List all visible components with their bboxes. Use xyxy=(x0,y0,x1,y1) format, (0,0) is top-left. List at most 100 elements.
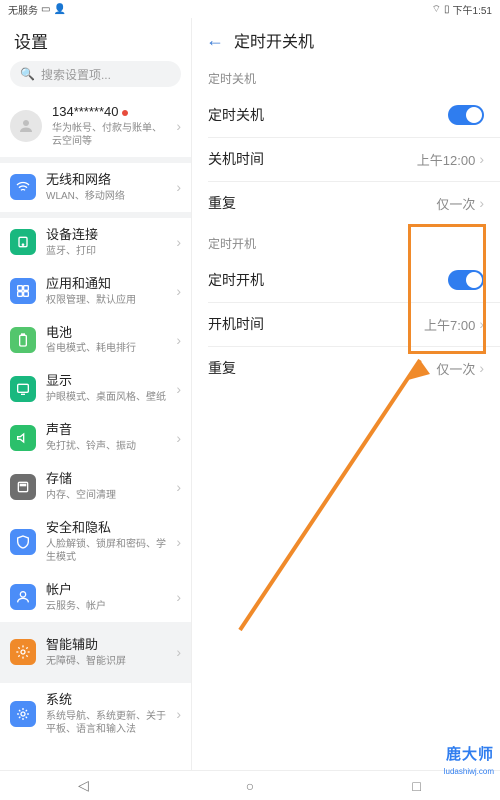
on-switch-label: 定时开机 xyxy=(208,270,264,290)
sidebar-item-apps[interactable]: 应用和通知权限管理、默认应用 › xyxy=(0,267,191,316)
chevron-right-icon: › xyxy=(176,118,181,134)
display-icon xyxy=(10,376,36,402)
account-title: 134******40 xyxy=(52,104,166,121)
battery-icon xyxy=(10,327,36,353)
sidebar-item-label: 显示 xyxy=(46,373,166,390)
sidebar-item-label: 无线和网络 xyxy=(46,172,166,189)
sidebar-item-sub: 内存、空间清理 xyxy=(46,489,166,502)
detail-title: 定时开关机 xyxy=(234,28,314,52)
accessibility-icon xyxy=(10,639,36,665)
sidebar-item-label: 帐户 xyxy=(46,582,166,599)
chevron-right-icon: › xyxy=(176,332,181,348)
chevron-right-icon: › xyxy=(176,381,181,397)
account-sub: 华为帐号、付款与账单、云空间等 xyxy=(52,122,166,148)
chevron-right-icon: › xyxy=(176,179,181,195)
sidebar-item-label: 电池 xyxy=(46,325,166,342)
chevron-right-icon: › xyxy=(176,706,181,722)
sidebar-item-label: 存储 xyxy=(46,471,166,488)
sidebar-item-battery[interactable]: 电池省电模式、耗电排行 › xyxy=(0,316,191,365)
row-off-repeat[interactable]: 重复 仅一次› xyxy=(192,181,500,225)
status-bar: 无服务 ▭ 👤 ⌔ ▯ 下午1:51 xyxy=(0,0,500,18)
off-switch-label: 定时关机 xyxy=(208,105,264,125)
sidebar-item-sub: 系统导航、系统更新、关于平板、语言和输入法 xyxy=(46,710,166,736)
storage-icon xyxy=(10,474,36,500)
sidebar-item-device[interactable]: 设备连接蓝牙、打印 › xyxy=(0,218,191,267)
nav-recent-button[interactable]: □ xyxy=(406,778,428,794)
on-repeat-label: 重复 xyxy=(208,358,236,378)
section-off-head: 定时关机 xyxy=(192,60,500,93)
sidebar-item-sub: 人脸解锁、锁屏和密码、学生模式 xyxy=(46,538,166,564)
avatar-icon xyxy=(10,110,42,142)
detail-header: ← 定时开关机 xyxy=(192,18,500,60)
system-icon xyxy=(10,701,36,727)
sidebar-item-label: 设备连接 xyxy=(46,227,166,244)
search-icon: 🔍 xyxy=(20,67,35,81)
detail-pane: ← 定时开关机 定时关机 定时关机 关机时间 上午12:00› 重复 仅一次› … xyxy=(192,18,500,770)
off-repeat-label: 重复 xyxy=(208,193,236,213)
nav-home-button[interactable]: ○ xyxy=(239,778,261,794)
sidebar-item-wifi[interactable]: 无线和网络WLAN、移动网络 › xyxy=(0,163,191,212)
nav-bar: ◁ ○ □ xyxy=(0,770,500,800)
row-off-switch[interactable]: 定时关机 xyxy=(192,93,500,137)
sidebar-item-display[interactable]: 显示护眼模式、桌面风格、壁纸 › xyxy=(0,364,191,413)
sidebar-item-sub: 权限管理、默认应用 xyxy=(46,294,166,307)
status-left: 无服务 ▭ 👤 xyxy=(8,2,66,17)
clock-text: 下午1:51 xyxy=(453,2,492,17)
sidebar-item-security[interactable]: 安全和隐私人脸解锁、锁屏和密码、学生模式 › xyxy=(0,511,191,573)
service-text: 无服务 xyxy=(8,2,38,17)
chevron-right-icon: › xyxy=(479,195,484,211)
sidebar-item-label: 系统 xyxy=(46,692,166,709)
sidebar-item-label: 安全和隐私 xyxy=(46,520,166,537)
chevron-right-icon: › xyxy=(176,534,181,550)
sidebar-item-account[interactable]: 帐户云服务、帐户 › xyxy=(0,573,191,622)
sidebar-item-accessibility[interactable]: 智能辅助无障碍、智能识屏› xyxy=(0,628,191,677)
apps-icon xyxy=(10,278,36,304)
security-icon xyxy=(10,529,36,555)
sidebar-item-sub: 无障碍、智能识屏 xyxy=(46,655,166,668)
back-button[interactable]: ← xyxy=(206,30,224,51)
battery-icon: ▯ xyxy=(444,4,450,15)
sidebar-item-sub: 蓝牙、打印 xyxy=(46,245,166,258)
sidebar-item-sub: 护眼模式、桌面风格、壁纸 xyxy=(46,391,166,404)
off-toggle[interactable] xyxy=(448,105,484,125)
row-off-time[interactable]: 关机时间 上午12:00› xyxy=(192,137,500,181)
sidebar-item-label: 应用和通知 xyxy=(46,276,166,293)
red-dot-icon xyxy=(122,110,128,116)
sidebar-item-system[interactable]: 系统系统导航、系统更新、关于平板、语言和输入法 › xyxy=(0,683,191,745)
settings-title: 设置 xyxy=(0,18,191,61)
on-time-label: 开机时间 xyxy=(208,314,264,334)
sidebar-item-sub: WLAN、移动网络 xyxy=(46,190,166,203)
sidebar-item-label: 智能辅助 xyxy=(46,637,166,654)
search-input[interactable]: 🔍 搜索设置项... xyxy=(10,61,181,87)
chevron-right-icon: › xyxy=(176,430,181,446)
sim-icon: ▭ xyxy=(41,4,50,15)
sidebar-item-sound[interactable]: 声音免打扰、铃声、振动› xyxy=(0,413,191,462)
on-repeat-value: 仅一次 xyxy=(436,359,475,378)
chevron-right-icon: › xyxy=(176,283,181,299)
wifi-icon xyxy=(10,174,36,200)
settings-list[interactable]: 134******40 华为帐号、付款与账单、云空间等 › 无线和网络WLAN、… xyxy=(0,95,191,770)
user-icon: 👤 xyxy=(53,4,65,15)
account-item[interactable]: 134******40 华为帐号、付款与账单、云空间等 › xyxy=(0,95,191,157)
watermark-url: ludashiwj.com xyxy=(444,767,494,776)
chevron-right-icon: › xyxy=(176,589,181,605)
account-icon xyxy=(10,584,36,610)
annotation-highlight xyxy=(408,224,486,354)
nav-back-button[interactable]: ◁ xyxy=(72,777,94,794)
off-time-value: 上午12:00 xyxy=(417,150,476,169)
sidebar-item-label: 声音 xyxy=(46,422,166,439)
sidebar-item-storage[interactable]: 存储内存、空间清理 › xyxy=(0,462,191,511)
sidebar-item-sub: 云服务、帐户 xyxy=(46,600,166,613)
settings-sidebar: 设置 🔍 搜索设置项... 134******40 华为帐号、付款与账单、云空间… xyxy=(0,18,192,770)
chevron-right-icon: › xyxy=(176,234,181,250)
device-icon xyxy=(10,229,36,255)
chevron-right-icon: › xyxy=(479,151,484,167)
chevron-right-icon: › xyxy=(479,360,484,376)
watermark-text: 鹿大师 xyxy=(446,743,494,764)
wifi-icon: ⌔ xyxy=(432,3,441,16)
chevron-right-icon: › xyxy=(176,479,181,495)
off-repeat-value: 仅一次 xyxy=(436,194,475,213)
status-right: ⌔ ▯ 下午1:51 xyxy=(432,2,492,17)
sidebar-item-sub: 省电模式、耗电排行 xyxy=(46,342,166,355)
off-time-label: 关机时间 xyxy=(208,149,264,169)
